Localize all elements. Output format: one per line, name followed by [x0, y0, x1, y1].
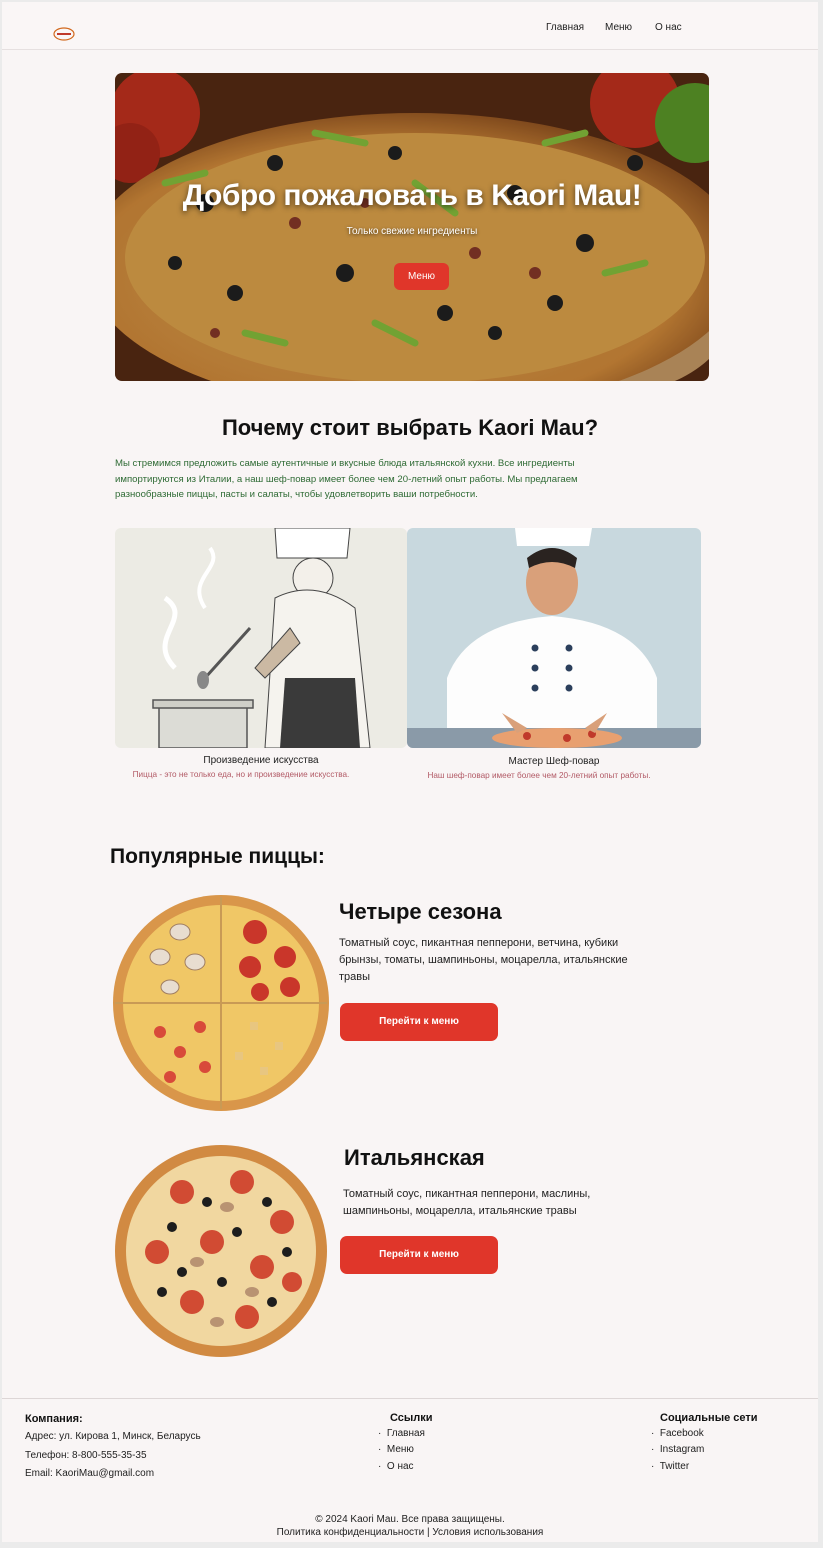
footer-social-title: Социальные сети — [660, 1412, 758, 1424]
footer-link-label[interactable]: Меню — [387, 1444, 414, 1455]
why-text-line: импортируются из Италии, а наш шеф-повар… — [115, 473, 578, 485]
page: Главная Меню О нас Добро пожаловать в Ka… — [2, 2, 818, 1542]
italian-pizza-image — [115, 1145, 327, 1357]
pizza-desc-line: шампиньоны, моцарелла, итальянские травы — [343, 1205, 577, 1217]
hero-banner: Добро пожаловать в Kaori Mau! Только све… — [115, 73, 709, 381]
feature-text-art: Пицца - это не только еда, но и произвед… — [132, 770, 350, 779]
footer-social-instagram[interactable]: · Instagram — [651, 1444, 704, 1455]
nav-link-home[interactable]: Главная — [546, 22, 584, 33]
feature-title-chef: Мастер Шеф-повар — [508, 756, 600, 767]
why-text-line: Мы стремимся предложить самые аутентичны… — [115, 458, 575, 469]
footer-copyright: © 2024 Kaori Mau. Все права защищены. — [315, 1514, 505, 1525]
footer-link-home[interactable]: · Главная — [378, 1428, 425, 1439]
art-chef-illustration — [115, 528, 407, 748]
footer-link-label[interactable]: Главная — [387, 1428, 425, 1439]
footer-legal-links[interactable]: Политика конфиденциальности | Условия ис… — [2, 1527, 818, 1538]
footer-link-about[interactable]: · О нас — [378, 1461, 414, 1472]
footer-link-menu[interactable]: · Меню — [378, 1444, 414, 1455]
master-chef-illustration — [407, 528, 701, 748]
pizza-desc-four-seasons: Томатный соус, пикантная пепперони, ветч… — [339, 935, 669, 986]
footer-social-twitter[interactable]: · Twitter — [651, 1461, 689, 1472]
why-section-title: Почему стоит выбрать Kaori Mau? — [221, 415, 599, 440]
footer-links-title: Ссылки — [390, 1412, 433, 1424]
footer-company-title: Компания: — [25, 1413, 83, 1425]
why-section-text: Мы стремимся предложить самые аутентичны… — [115, 456, 655, 503]
pizza-desc-italian: Томатный соус, пикантная пепперони, масл… — [343, 1186, 673, 1220]
pizza-name-italian: Итальянская — [344, 1145, 485, 1170]
footer-social-label[interactable]: Facebook — [660, 1428, 704, 1439]
kaori-mau-logo[interactable] — [52, 27, 76, 41]
hero-menu-button[interactable]: Меню — [394, 263, 449, 290]
footer-phone: Телефон: 8-800-555-35-35 — [25, 1450, 147, 1461]
feature-title-art: Произведение искусства — [203, 755, 319, 766]
pizza-desc-line: Томатный соус, пикантная пепперони, масл… — [343, 1188, 591, 1200]
footer-social-label[interactable]: Twitter — [660, 1461, 689, 1472]
nav-link-about[interactable]: О нас — [655, 22, 682, 33]
footer-address: Адрес: ул. Кирова 1, Минск, Беларусь — [25, 1431, 201, 1442]
top-navbar: Главная Меню О нас — [2, 2, 818, 50]
four-seasons-pizza-image — [113, 895, 329, 1111]
pizza-name-four-seasons: Четыре сезона — [339, 899, 502, 924]
footer-link-label[interactable]: О нас — [387, 1461, 414, 1472]
feature-text-chef: Наш шеф-повар имеет более чем 20-летний … — [427, 771, 651, 780]
go-to-menu-button-italian[interactable]: Перейти к меню — [340, 1236, 498, 1274]
why-text-line: разнообразные пиццы, пасты и салаты, что… — [115, 489, 478, 500]
footer: Компания: Адрес: ул. Кирова 1, Минск, Бе… — [2, 1398, 818, 1542]
pizza-desc-line: травы — [339, 971, 371, 983]
nav-link-menu[interactable]: Меню — [605, 22, 632, 33]
pizza-desc-line: брынзы, томаты, шампиньоны, моцарелла, и… — [339, 954, 628, 966]
hero-title: Добро пожаловать в Kaori Mau! — [182, 179, 642, 212]
popular-pizzas-title: Популярные пиццы: — [110, 845, 325, 868]
footer-social-facebook[interactable]: · Facebook — [651, 1428, 704, 1439]
pizza-desc-line: Томатный соус, пикантная пепперони, ветч… — [339, 937, 619, 949]
hero-subtitle: Только свежие ингредиенты — [346, 226, 478, 237]
go-to-menu-button-four-seasons[interactable]: Перейти к меню — [340, 1003, 498, 1041]
footer-social-label[interactable]: Instagram — [660, 1444, 704, 1455]
footer-email: Email: KaoriMau@gmail.com — [25, 1468, 155, 1479]
